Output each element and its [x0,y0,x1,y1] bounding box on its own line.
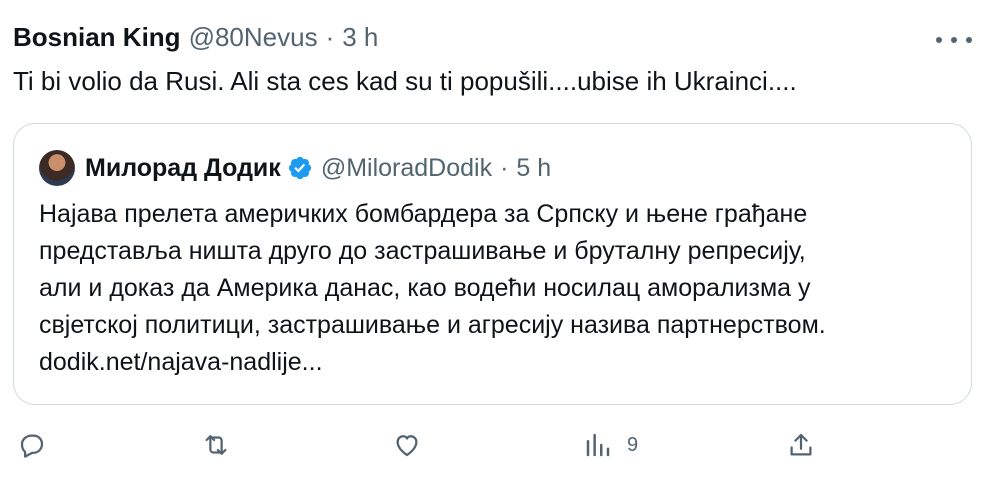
quoted-tweet-text: Најава прелета америчких бомбардера за С… [39,196,826,381]
more-options-icon[interactable] [936,28,972,52]
author-name[interactable]: Bosnian King [13,22,181,53]
quoted-text-line: али и доказ да Америка данас, као водећи… [39,274,811,302]
views-button[interactable]: 9 [583,430,638,460]
action-bar: 9 [0,430,1000,470]
views-icon [586,433,610,457]
share-button[interactable] [786,430,816,460]
tweet-time[interactable]: 3 h [342,22,378,53]
quoted-text-line: представља ништа друго до застрашивање и… [39,237,806,265]
like-button[interactable] [392,430,422,460]
tweet-text: Ti bi volio da Rusi. Ali sta ces kad su … [13,66,797,96]
tweet[interactable]: Bosnian King @80Nevus · 3 h Ti bi volio … [0,0,1000,489]
heart-icon [396,435,418,457]
more-dot [951,37,957,43]
author-handle[interactable]: @80Nevus [189,22,318,53]
quoted-author-handle: @MiloradDodik [320,153,493,182]
reply-button[interactable] [17,430,47,460]
more-dot [966,37,972,43]
retweet-button[interactable] [201,430,231,460]
quoted-author-name: Милорад Додик [85,153,281,182]
verified-badge-icon [287,155,313,181]
share-icon [790,433,812,456]
separator-dot: · [325,22,335,52]
quoted-tweet-header: Милорад Додик @MiloradDodik · 5 h [39,150,551,186]
views-count: 9 [627,433,639,456]
more-dot [936,37,942,43]
separator-dot: · [500,153,509,182]
avatar[interactable] [39,150,75,186]
quoted-tweet[interactable]: Милорад Додик @MiloradDodik · 5 h Најава… [13,123,972,405]
quoted-text-line: свјетској политици, застрашивање и агрес… [39,311,826,339]
quoted-text-line: Најава прелета америчких бомбардера за С… [39,200,808,228]
reply-icon [20,434,44,458]
tweet-header: Bosnian King @80Nevus · 3 h [13,22,378,53]
retweet-icon [205,435,227,455]
quoted-tweet-time: 5 h [516,153,552,182]
quoted-link[interactable]: dodik.net/najava-nadlije... [39,344,826,381]
